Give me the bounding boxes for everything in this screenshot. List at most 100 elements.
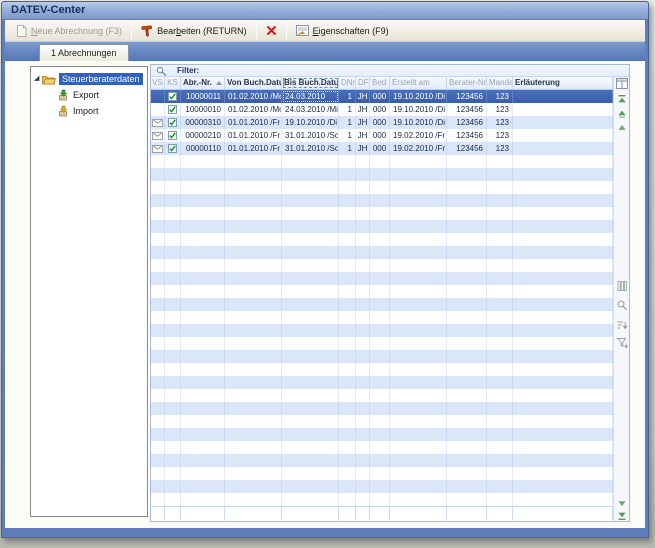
cell-erstellt_am[interactable]: 19.02.2010 /Fr: [390, 142, 447, 155]
cell-bis[interactable]: 19.10.2010 /Di: [282, 116, 339, 129]
cell-bis[interactable]: 24.03.2010: [282, 90, 339, 103]
checkbox-checked-icon[interactable]: [168, 118, 177, 127]
cell-erlaeuterung[interactable]: [513, 90, 613, 103]
cell-berater_nr[interactable]: 123456: [447, 129, 487, 142]
cell-von[interactable]: 01.02.2010 /Mo: [225, 90, 282, 103]
tree-item-export[interactable]: Export: [31, 87, 147, 103]
column-header-11[interactable]: Erläuterung: [513, 77, 613, 89]
title-bar[interactable]: DATEV-Center: [2, 2, 648, 19]
cell-bed[interactable]: 000: [370, 90, 390, 103]
tree-item-steuerberaterdaten[interactable]: ◢ Steuerberaterdaten: [31, 71, 147, 87]
cell-mandant[interactable]: 123: [487, 142, 513, 155]
cell-ks_checked[interactable]: [165, 116, 181, 129]
column-header-0[interactable]: VS: [151, 77, 165, 89]
table-row[interactable]: 0000021001.01.2010 /Fr31.01.2010 /So1JH0…: [151, 129, 613, 142]
cell-bis[interactable]: 31.01.2010 /So: [282, 142, 339, 155]
filter-funnel-icon[interactable]: [616, 337, 628, 349]
cell-vs_envelope[interactable]: [151, 90, 165, 103]
column-header-9[interactable]: Berater-Nr.: [447, 77, 487, 89]
cell-ks_checked[interactable]: [165, 103, 181, 116]
column-header-3[interactable]: Von Buch.Datum: [225, 77, 282, 89]
table-row[interactable]: 0000011001.01.2010 /Fr31.01.2010 /So1JH0…: [151, 142, 613, 155]
cell-bis[interactable]: 31.01.2010 /So: [282, 129, 339, 142]
cell-mandant[interactable]: 123: [487, 116, 513, 129]
filter-row[interactable]: Filter:: [151, 65, 629, 77]
scroll-down-icon[interactable]: [616, 497, 628, 509]
column-header-1[interactable]: KS: [165, 77, 181, 89]
cell-ks_checked[interactable]: [165, 142, 181, 155]
cell-erstellt_am[interactable]: 19.10.2010 /Di: [390, 116, 447, 129]
column-header-7[interactable]: Bed: [370, 77, 390, 89]
cell-bed[interactable]: 000: [370, 116, 390, 129]
cell-abr_nr[interactable]: 10000011: [181, 90, 225, 103]
cell-vs_envelope[interactable]: [151, 116, 165, 129]
cell-df[interactable]: JH: [356, 129, 370, 142]
scroll-to-bottom-icon[interactable]: [616, 509, 628, 521]
cell-ks_checked[interactable]: [165, 129, 181, 142]
cell-dnr[interactable]: 1: [339, 90, 356, 103]
cell-erstellt_am[interactable]: 19.10.2010 /Di: [390, 103, 447, 116]
column-chooser-icon[interactable]: [616, 78, 628, 90]
tab-abrechnungen[interactable]: 1 Abrechnungen: [39, 44, 129, 61]
table-row[interactable]: 1000001001.02.2010 /Mo24.03.2010 /Mi1JH0…: [151, 103, 613, 116]
cell-vs_envelope[interactable]: [151, 129, 165, 142]
cell-bed[interactable]: 000: [370, 142, 390, 155]
scroll-to-top-icon[interactable]: [616, 94, 628, 106]
column-layout-icon[interactable]: [616, 280, 628, 292]
column-header-6[interactable]: DF: [356, 77, 370, 89]
cell-ks_checked[interactable]: [165, 90, 181, 103]
cell-berater_nr[interactable]: 123456: [447, 90, 487, 103]
table-row[interactable]: 0000031001.01.2010 /Fr19.10.2010 /Di1JH0…: [151, 116, 613, 129]
scroll-up-page-icon[interactable]: [616, 108, 628, 120]
cell-von[interactable]: 01.01.2010 /Fr: [225, 142, 282, 155]
checkbox-checked-icon[interactable]: [168, 131, 177, 140]
checkbox-checked-icon[interactable]: [168, 105, 177, 114]
cell-von[interactable]: 01.01.2010 /Fr: [225, 129, 282, 142]
checkbox-checked-icon[interactable]: [168, 144, 177, 153]
cell-erlaeuterung[interactable]: [513, 129, 613, 142]
cell-abr_nr[interactable]: 10000010: [181, 103, 225, 116]
table-row[interactable]: 1000001101.02.2010 /Mo24.03.20101JH00019…: [151, 90, 613, 103]
cell-bed[interactable]: 000: [370, 103, 390, 116]
cell-dnr[interactable]: 1: [339, 142, 356, 155]
sort-icon[interactable]: [616, 319, 628, 331]
cell-erlaeuterung[interactable]: [513, 142, 613, 155]
cell-mandant[interactable]: 123: [487, 90, 513, 103]
cell-abr_nr[interactable]: 00000110: [181, 142, 225, 155]
scroll-up-icon[interactable]: [616, 122, 628, 134]
cell-vs_envelope[interactable]: [151, 142, 165, 155]
delete-button[interactable]: [260, 23, 283, 38]
cell-berater_nr[interactable]: 123456: [447, 142, 487, 155]
cell-vs_envelope[interactable]: [151, 103, 165, 116]
cell-df[interactable]: JH: [356, 103, 370, 116]
cell-dnr[interactable]: 1: [339, 103, 356, 116]
eigenschaften-button[interactable]: Eigenschaften (F9): [290, 23, 395, 38]
column-header-10[interactable]: Mandan: [487, 77, 513, 89]
cell-erstellt_am[interactable]: 19.02.2010 /Fr: [390, 129, 447, 142]
bearbeiten-button[interactable]: Bearbeiten (RETURN): [135, 23, 253, 39]
cell-df[interactable]: JH: [356, 142, 370, 155]
cell-dnr[interactable]: 1: [339, 116, 356, 129]
tree-expander-icon[interactable]: ◢: [34, 75, 42, 83]
cell-berater_nr[interactable]: 123456: [447, 116, 487, 129]
cell-erstellt_am[interactable]: 19.10.2010 /Di: [390, 90, 447, 103]
cell-df[interactable]: JH: [356, 116, 370, 129]
cell-df[interactable]: JH: [356, 90, 370, 103]
cell-mandant[interactable]: 123: [487, 103, 513, 116]
cell-abr_nr[interactable]: 00000310: [181, 116, 225, 129]
search-icon[interactable]: [616, 299, 628, 311]
cell-berater_nr[interactable]: 123456: [447, 103, 487, 116]
column-header-5[interactable]: DNr.: [339, 77, 356, 89]
column-header-2[interactable]: Abr.-Nr.: [181, 77, 225, 89]
cell-von[interactable]: 01.01.2010 /Fr: [225, 116, 282, 129]
cell-mandant[interactable]: 123: [487, 129, 513, 142]
cell-erlaeuterung[interactable]: [513, 116, 613, 129]
cell-erlaeuterung[interactable]: [513, 103, 613, 116]
cell-von[interactable]: 01.02.2010 /Mo: [225, 103, 282, 116]
checkbox-checked-icon[interactable]: [168, 92, 177, 101]
cell-dnr[interactable]: 1: [339, 129, 356, 142]
new-abrechnung-button[interactable]: Neue Abrechnung (F3): [10, 23, 128, 39]
column-header-8[interactable]: Erstellt am: [390, 77, 447, 89]
cell-bed[interactable]: 000: [370, 129, 390, 142]
column-header-4[interactable]: Bis Buch.Datum: [282, 77, 339, 89]
